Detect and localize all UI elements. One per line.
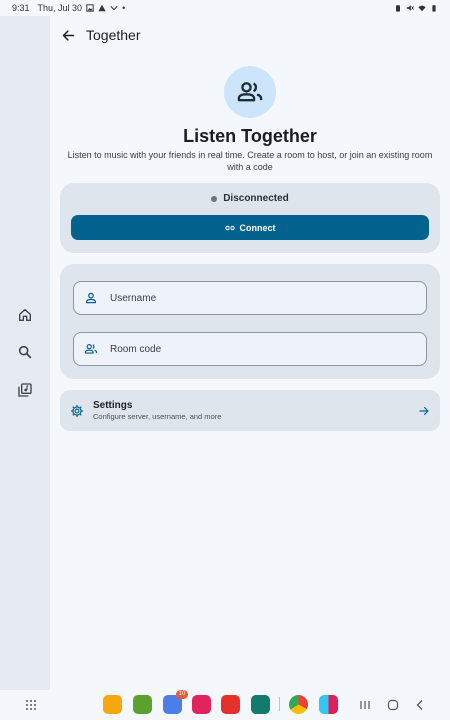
battery-icon [432, 5, 436, 12]
navigation-rail [0, 16, 50, 690]
back-nav-button[interactable] [413, 698, 427, 712]
slack-app-icon[interactable] [319, 695, 338, 714]
app-drawer-icon[interactable] [24, 698, 38, 712]
hero-subtitle: Listen to music with your friends in rea… [67, 150, 433, 172]
mute-icon [406, 5, 414, 11]
recents-button[interactable] [358, 698, 372, 712]
home-button[interactable] [386, 698, 400, 712]
missed-call-icon [110, 6, 118, 11]
page-title: Together [86, 27, 141, 43]
status-time: 9:31 [12, 3, 30, 13]
group-icon [84, 344, 98, 354]
top-app-bar: Together [50, 22, 140, 48]
join-form-card: Username Room code [60, 264, 440, 379]
settings-row[interactable]: Settings Configure server, username, and… [60, 390, 440, 431]
connect-button[interactable]: Connect [71, 215, 429, 240]
link-icon [224, 225, 235, 230]
warning-icon [98, 4, 106, 12]
library-icon[interactable] [15, 380, 35, 400]
back-button[interactable] [50, 22, 86, 48]
battery-saver-icon [396, 5, 400, 12]
person-icon [85, 292, 97, 304]
status-bar: 9:31 Thu, Jul 30 • [0, 0, 450, 16]
connection-status-label: Disconnected [223, 193, 289, 204]
connection-card: Disconnected Connect [60, 183, 440, 253]
room-code-field[interactable]: Room code [73, 332, 427, 366]
wifi-icon [418, 5, 426, 12]
connection-status: Disconnected [60, 193, 440, 204]
settings-subtitle: Configure server, username, and more [93, 412, 222, 421]
connect-button-label: Connect [239, 222, 276, 233]
status-date: Thu, Jul 30 [37, 3, 83, 13]
username-field[interactable]: Username [73, 281, 427, 315]
calculator-app-icon[interactable] [133, 695, 152, 714]
home-icon[interactable] [15, 305, 35, 325]
hero-title: Listen Together [183, 126, 317, 146]
flipboard-app-icon[interactable] [221, 695, 240, 714]
room-code-placeholder: Room code [110, 343, 162, 355]
search-icon[interactable] [15, 342, 35, 362]
arrow-back-icon [62, 29, 74, 41]
arrow-forward-icon [419, 406, 429, 415]
notification-badge: 10 [176, 690, 188, 699]
messages-app-icon[interactable]: 10 [163, 690, 188, 714]
username-placeholder: Username [110, 292, 157, 304]
image-icon [86, 4, 94, 12]
group-icon [224, 66, 276, 118]
calendar-app-icon[interactable] [251, 695, 270, 714]
system-taskbar: 10 [0, 690, 450, 720]
taskbar-divider [279, 697, 280, 711]
chrome-app-icon[interactable] [289, 695, 308, 714]
gear-icon [70, 404, 84, 417]
settings-title: Settings [93, 400, 133, 411]
dot-icon: • [122, 3, 126, 13]
screen-recorder-app-icon[interactable] [192, 695, 211, 714]
my-files-app-icon[interactable] [103, 695, 122, 714]
status-dot-icon [211, 195, 218, 202]
